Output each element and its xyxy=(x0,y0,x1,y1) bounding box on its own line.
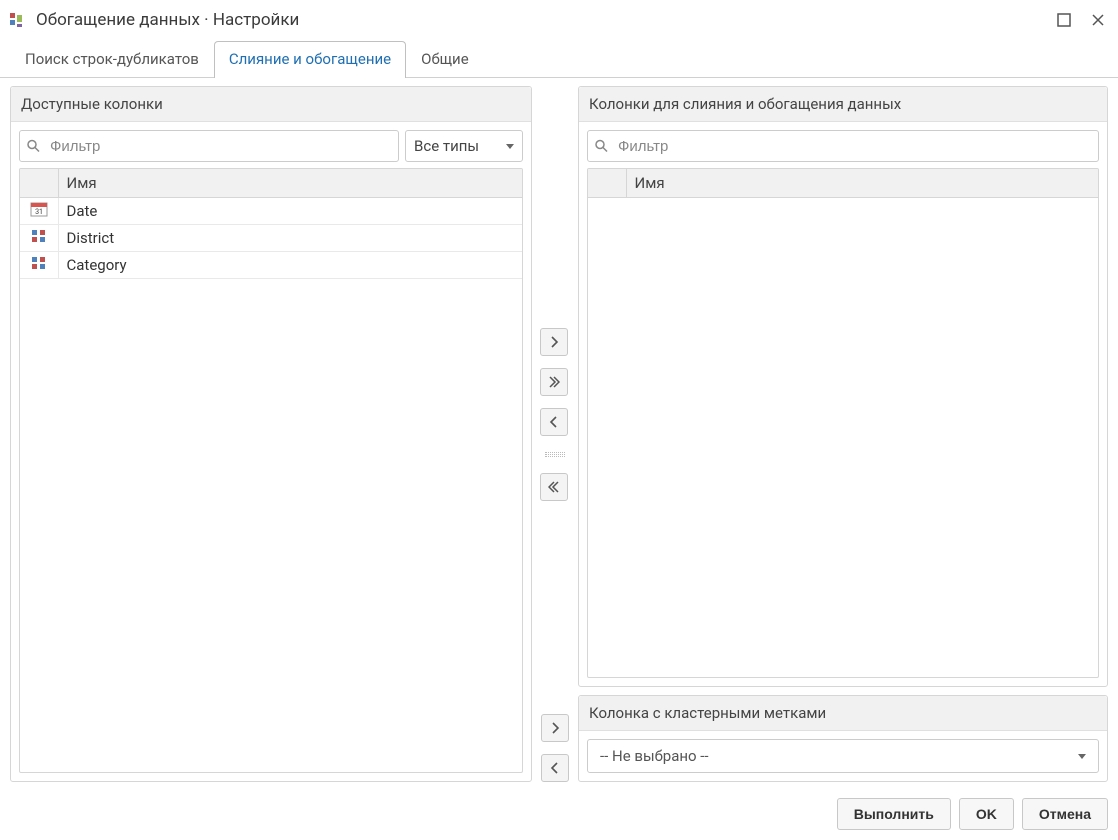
type-filter-value: Все типы xyxy=(414,137,479,155)
cluster-label-panel: Колонка с кластерными метками -- Не выбр… xyxy=(578,695,1108,782)
maximize-button[interactable] xyxy=(1054,10,1074,30)
merge-columns-title: Колонки для слияния и обогащения данных xyxy=(579,87,1107,122)
available-filter-input[interactable] xyxy=(19,130,399,162)
titlebar: Обогащение данных · Настройки xyxy=(0,0,1118,40)
close-button[interactable] xyxy=(1088,10,1108,30)
table-row[interactable]: Category xyxy=(20,252,522,279)
date-type-icon: 31 xyxy=(30,201,48,217)
row-name: Category xyxy=(58,252,522,279)
chevron-down-icon xyxy=(1078,754,1086,759)
svg-text:31: 31 xyxy=(35,208,43,216)
category-type-icon xyxy=(30,228,48,244)
icon-col-header xyxy=(20,169,58,198)
execute-button[interactable]: Выполнить xyxy=(837,798,951,830)
search-icon xyxy=(27,140,40,153)
cluster-label-title: Колонка с кластерными метками xyxy=(579,696,1107,731)
move-all-right-button[interactable] xyxy=(540,368,568,396)
available-columns-table: Имя 31 Date xyxy=(20,169,522,279)
tab-strip: Поиск строк-дубликатов Слияние и обогаще… xyxy=(0,40,1118,78)
drag-grip-icon xyxy=(540,452,570,457)
name-col-header[interactable]: Имя xyxy=(626,169,1098,198)
cluster-select-value: -- Не выбрано -- xyxy=(600,747,709,765)
merge-filter-wrap xyxy=(587,130,1099,162)
available-columns-title: Доступные колонки xyxy=(11,87,531,122)
move-buttons-column xyxy=(540,86,570,782)
merge-columns-table: Имя xyxy=(588,169,1098,198)
table-row[interactable]: 31 Date xyxy=(20,198,522,225)
category-type-icon xyxy=(30,255,48,271)
ok-button[interactable]: OK xyxy=(959,798,1014,830)
row-name: District xyxy=(58,225,522,252)
chevron-down-icon xyxy=(506,144,514,149)
name-col-header[interactable]: Имя xyxy=(58,169,522,198)
cluster-move-right-button[interactable] xyxy=(541,714,569,742)
search-icon xyxy=(595,140,608,153)
available-filter-wrap xyxy=(19,130,399,162)
tab-duplicates[interactable]: Поиск строк-дубликатов xyxy=(10,41,214,78)
tab-general[interactable]: Общие xyxy=(406,41,484,78)
move-left-button[interactable] xyxy=(540,408,568,436)
merge-columns-panel: Колонки для слияния и обогащения данных xyxy=(578,86,1108,687)
cancel-button[interactable]: Отмена xyxy=(1022,798,1108,830)
app-icon xyxy=(8,11,26,29)
type-filter-select[interactable]: Все типы xyxy=(405,130,523,162)
move-right-button[interactable] xyxy=(540,328,568,356)
icon-col-header xyxy=(588,169,626,198)
table-row[interactable]: District xyxy=(20,225,522,252)
row-name: Date xyxy=(58,198,522,225)
dialog-footer: Выполнить OK Отмена xyxy=(0,790,1118,840)
tab-merge-enrich[interactable]: Слияние и обогащение xyxy=(214,41,406,78)
available-columns-panel: Доступные колонки Все типы xyxy=(10,86,532,782)
window-title: Обогащение данных · Настройки xyxy=(36,10,1054,30)
merge-filter-input[interactable] xyxy=(587,130,1099,162)
move-all-left-button[interactable] xyxy=(540,473,568,501)
cluster-label-select[interactable]: -- Не выбрано -- xyxy=(587,739,1099,773)
cluster-move-left-button[interactable] xyxy=(541,754,569,782)
